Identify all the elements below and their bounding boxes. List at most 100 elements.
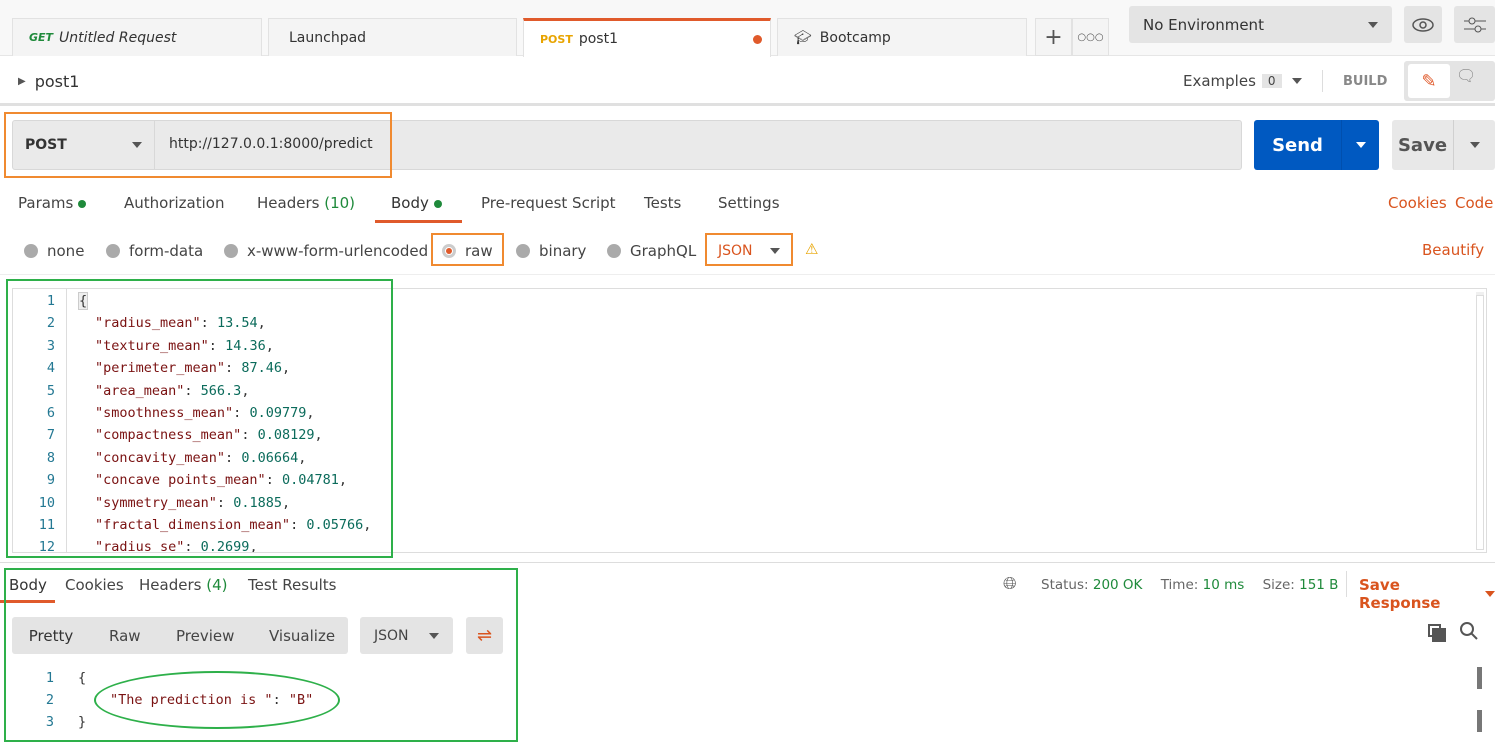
editor-scrollbar[interactable] — [1476, 292, 1484, 550]
save-response-button[interactable]: Save Response — [1359, 576, 1495, 612]
format-label: JSON — [718, 243, 753, 259]
copy-icon — [1432, 628, 1446, 642]
code-text: { — [77, 292, 89, 310]
view-raw[interactable]: Raw — [109, 627, 141, 645]
response-tab-headers[interactable]: Headers (4) — [139, 576, 227, 594]
tab-authorization[interactable]: Authorization — [124, 194, 224, 212]
search-button[interactable] — [1459, 621, 1479, 646]
method-badge: GET — [29, 31, 54, 44]
status-label: Status: — [1041, 577, 1089, 593]
code-line: "area_mean": 566.3, — [95, 382, 250, 399]
tab-settings[interactable]: Settings — [718, 194, 780, 212]
send-button[interactable]: Send — [1254, 120, 1379, 170]
radio-icon — [224, 244, 238, 258]
line-number: 5 — [46, 382, 55, 399]
copy-button[interactable] — [1428, 624, 1446, 642]
examples-dropdown[interactable]: Examples 0 — [1183, 72, 1302, 90]
view-pretty[interactable]: Pretty — [18, 621, 84, 650]
request-body-editor[interactable]: 1 {2 "radius_mean": 13.54, 3 "texture_mean":… — [12, 288, 1487, 553]
code-line: "perimeter_mean": 87.46, — [95, 360, 291, 377]
json-key: "radius_mean" — [95, 315, 201, 332]
tab-params[interactable]: Params — [18, 194, 87, 212]
body-type-graphql[interactable]: GraphQL — [607, 242, 696, 260]
environment-quick-look-button[interactable] — [1404, 6, 1442, 43]
send-options-button[interactable] — [1341, 120, 1379, 170]
response-meta: Status: 200 OK Time: 10 ms Size: 151 B — [1041, 577, 1338, 593]
comments-button[interactable]: 🗨︎ — [1456, 66, 1476, 85]
line-number: 3 — [45, 714, 54, 730]
line-number: 2 — [45, 692, 54, 708]
code-line: "fractal_dimension_mean": 0.05766, — [95, 517, 372, 533]
radio-icon — [516, 244, 530, 258]
edit-button[interactable]: ✎ — [1408, 64, 1450, 98]
body-type-none[interactable]: none — [24, 242, 84, 260]
line-number: 10 — [38, 494, 55, 511]
globe-icon[interactable]: 🌐︎ — [1003, 574, 1017, 594]
code-line: "radius_se": 0.2699, — [79, 539, 258, 553]
time-value[interactable]: 10 ms — [1203, 577, 1245, 593]
tab-label: post1 — [578, 31, 618, 47]
tab-headers[interactable]: Headers (10) — [257, 194, 355, 212]
response-scrollbar-thumb[interactable] — [1477, 710, 1482, 732]
code-line: } — [78, 714, 86, 730]
wrap-lines-button[interactable]: ⇌ — [466, 617, 503, 654]
more-tabs-button[interactable]: ○○○ — [1072, 18, 1109, 56]
request-name[interactable]: ▶ post1 — [18, 72, 79, 91]
view-preview[interactable]: Preview — [176, 627, 234, 645]
json-value: 0.2699 — [200, 539, 250, 553]
response-tab-cookies[interactable]: Cookies — [65, 576, 124, 594]
cookies-link[interactable]: Cookies — [1388, 194, 1447, 212]
body-type-urlencoded[interactable]: x-www-form-urlencoded — [224, 242, 428, 260]
json-value: 0.06664 — [241, 449, 299, 466]
code-line: "compactness_mean": 0.08129, — [95, 427, 323, 444]
json-key: "smoothness_mean" — [95, 405, 234, 421]
body-format-select[interactable]: JSON — [712, 240, 786, 262]
tab-untitled-request[interactable]: GET Untitled Request — [12, 18, 262, 56]
divider — [0, 562, 1495, 563]
line-number: 11 — [38, 517, 55, 533]
manage-environments-button[interactable] — [1454, 6, 1495, 43]
code-line: "concave points_mean": 0.04781, — [95, 472, 347, 489]
line-number: 4 — [46, 360, 55, 377]
environment-select[interactable]: No Environment — [1129, 6, 1392, 43]
tab-pre-request-script[interactable]: Pre-request Script — [481, 194, 616, 212]
response-scrollbar[interactable] — [1477, 667, 1482, 689]
code-line: "symmetry_mean": 0.1885, — [95, 494, 291, 511]
body-type-raw[interactable]: raw — [442, 242, 493, 260]
save-button[interactable]: Save — [1392, 120, 1495, 170]
radio-label: GraphQL — [630, 242, 697, 260]
radio-icon — [24, 244, 38, 258]
tab-tests[interactable]: Tests — [644, 194, 681, 212]
line-number: 1 — [46, 293, 55, 309]
save-options-button[interactable] — [1453, 120, 1495, 170]
url-input[interactable]: http://127.0.0.1:8000/predict — [169, 136, 373, 152]
radio-label: none — [47, 242, 85, 260]
json-value: 0.08129 — [257, 427, 315, 444]
method-select[interactable]: POST — [13, 121, 155, 169]
view-visualize[interactable]: Visualize — [269, 627, 335, 645]
response-format-select[interactable]: JSON — [360, 617, 453, 654]
code-line: { — [77, 292, 89, 310]
response-tab-body[interactable]: Body — [0, 576, 55, 603]
build-mode-label[interactable]: BUILD — [1343, 74, 1387, 89]
tab-launchpad[interactable]: Launchpad — [268, 18, 517, 56]
response-body[interactable]: 1 {2 "The prediction is ": "B" 3} — [12, 667, 1482, 747]
body-type-binary[interactable]: binary — [516, 242, 586, 260]
format-label: JSON — [374, 627, 409, 644]
json-key: "perimeter_mean" — [95, 360, 226, 377]
beautify-link[interactable]: Beautify — [1422, 241, 1484, 259]
json-key: "The prediction is " — [110, 692, 273, 708]
response-tab-test-results[interactable]: Test Results — [248, 576, 336, 594]
tab-body[interactable]: Body — [375, 194, 462, 223]
status-value[interactable]: 200 OK — [1093, 577, 1143, 593]
chevron-down-icon — [1368, 21, 1378, 28]
code-link[interactable]: Code — [1455, 194, 1493, 212]
tab-bootcamp[interactable]: 🎓︎ Bootcamp — [777, 18, 1027, 56]
size-value[interactable]: 151 B — [1299, 577, 1338, 593]
tab-post1[interactable]: POST post1 — [523, 18, 771, 57]
new-tab-button[interactable]: + — [1035, 18, 1072, 56]
json-key: "concave points_mean" — [95, 472, 266, 489]
body-type-form-data[interactable]: form-data — [106, 242, 203, 260]
tab-label: Headers — [257, 194, 320, 212]
chevron-down-icon — [1291, 78, 1302, 84]
